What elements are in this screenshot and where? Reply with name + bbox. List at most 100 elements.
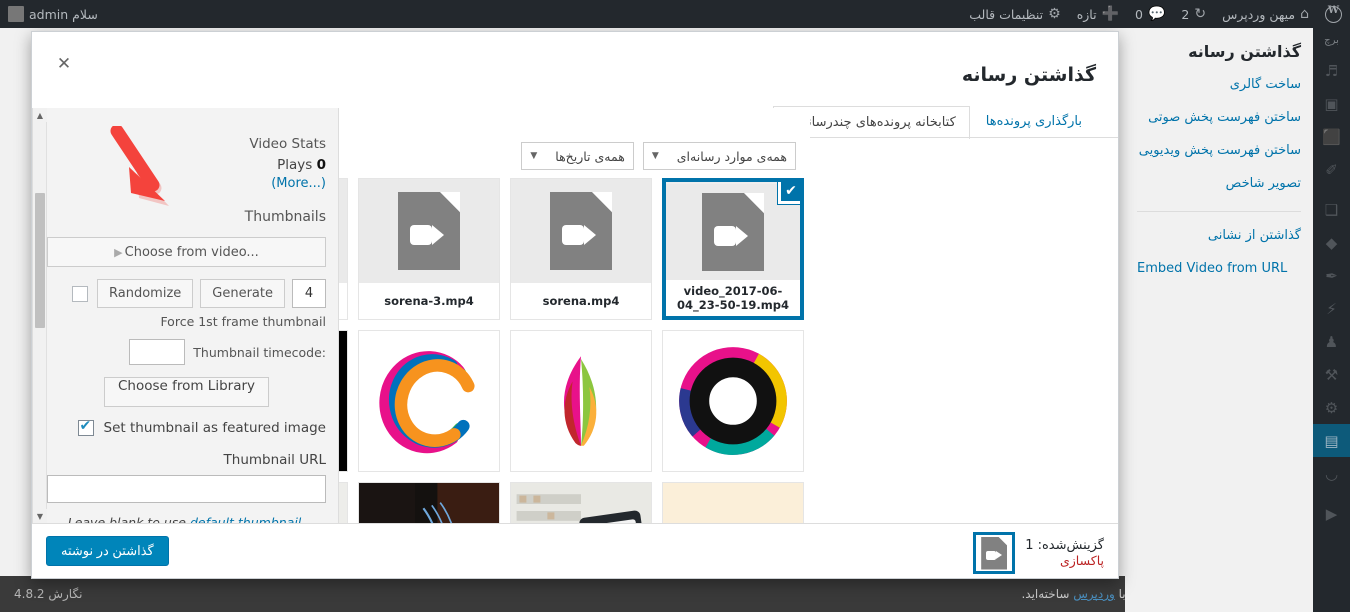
footer-version: نگارش 4.8.2 <box>14 587 83 601</box>
pages-icon[interactable]: ▣ <box>1313 87 1350 120</box>
selected-thumbnail[interactable] <box>973 532 1016 574</box>
comment-bubble-icon: 💬 <box>1147 6 1166 22</box>
randomize-button[interactable]: Randomize <box>97 279 194 308</box>
timecode-label: Thumbnail timecode: <box>193 344 326 360</box>
comments-icon[interactable]: ⬛ <box>1313 120 1350 153</box>
media-icon[interactable]: ♬ <box>1313 54 1350 87</box>
footer-thanks-suffix: ساخته‌اید. <box>1021 587 1074 601</box>
hint-prefix: Leave blank to use <box>67 515 190 523</box>
media-tile-image[interactable] <box>358 330 500 472</box>
colorful-c-logo-image <box>359 331 499 471</box>
create-audio-playlist-link[interactable]: ساختن فهرست پخش صوتی <box>1137 108 1301 128</box>
date-filter-select[interactable]: همه‌ی تاریخ‌ها ▼ <box>521 142 634 170</box>
scroll-up-icon[interactable]: ▲ <box>33 108 47 122</box>
comments-count: 0 <box>1135 6 1143 22</box>
date-filter-value: همه‌ی تاریخ‌ها <box>555 148 625 164</box>
media-tile[interactable]: sorena.mp4 <box>510 178 652 320</box>
updates-item[interactable]: ↻ 2 <box>1173 0 1214 28</box>
new-content-item[interactable]: ➕ تازه <box>1069 0 1127 28</box>
choose-from-video-button[interactable]: ▶ Choose from video... <box>47 237 326 267</box>
admin-menu: برچ ♬ ▣ ⬛ ✐ ❑ ◆ ✒ ⚡ ♟ ⚒ ⚙ ▤ ◡ ▶ <box>1313 28 1350 612</box>
gallery-icon[interactable]: ❑ <box>1313 193 1350 226</box>
media-filename: video_2017-06-04_23-50-19.mp4 <box>666 280 800 316</box>
clear-selection-link[interactable]: پاکسازی <box>1025 553 1104 568</box>
scroll-down-icon[interactable]: ▼ <box>33 509 47 523</box>
choose-library-row: Choose from Library <box>47 377 326 407</box>
create-video-playlist-link[interactable]: ساختن فهرست پخش ویدیویی <box>1137 141 1301 161</box>
account-item[interactable]: سلام admin <box>0 0 106 28</box>
media-tile-image[interactable] <box>662 482 804 523</box>
tablet-on-desk-photo-2-image <box>511 483 651 523</box>
appearance-icon[interactable]: ◆ <box>1313 226 1350 259</box>
wordpress-link[interactable]: وردپرس <box>1073 587 1115 601</box>
thumbnail-count-input[interactable]: 4 <box>292 279 326 308</box>
pin-icon[interactable]: ✐ <box>1313 153 1350 186</box>
create-gallery-link[interactable]: ساخت گالری <box>1137 75 1301 95</box>
close-icon[interactable]: ✕ <box>46 46 82 82</box>
site-name-label: میهن وردپرس <box>1222 6 1296 22</box>
timecode-row: Thumbnail timecode: <box>47 339 326 365</box>
updates-count: 2 <box>1181 6 1190 22</box>
admin-bar-right-group: ⌂ میهن وردپرس ↻ 2 💬 0 ➕ تازه ⚙ تنظیمات ق… <box>961 0 1350 28</box>
site-name-item[interactable]: ⌂ میهن وردپرس <box>1214 0 1317 28</box>
timecode-input[interactable] <box>129 339 186 365</box>
video-file-icon <box>981 536 1008 570</box>
media-modal: ✕ گذاشتن رسانه بارگذاری پرونده‌ها کتابخا… <box>31 31 1119 579</box>
users-icon[interactable]: ♟ <box>1313 325 1350 358</box>
thumbnail-url-label: Thumbnail URL <box>223 452 326 468</box>
details-scrollbar[interactable]: ▲ ▼ <box>33 108 47 523</box>
tools-icon[interactable]: ⚒ <box>1313 358 1350 391</box>
home-icon: ⌂ <box>1300 6 1309 22</box>
set-featured-checkbox[interactable] <box>77 418 94 436</box>
selected-count-label: گزینش‌شده: 1 <box>1025 538 1104 553</box>
embed-video-from-url-link[interactable]: Embed Video from URL <box>1137 259 1301 279</box>
chevron-down-icon: ▼ <box>651 151 659 161</box>
set-featured-label: Set thumbnail as featured image <box>103 420 326 436</box>
settings-icon[interactable]: ⚙ <box>1313 391 1350 424</box>
brush-icon[interactable]: ✒ <box>1313 259 1350 292</box>
wordpress-logo-icon[interactable] <box>1317 0 1350 28</box>
insert-from-url-link[interactable]: گذاشتن از نشانی <box>1137 226 1301 246</box>
thumbnail-hint: Leave blank to use default thumbnail. <box>47 515 326 523</box>
comments-item[interactable]: 💬 0 <box>1127 0 1173 28</box>
thumbnail-generate-row: 4 Generate Randomize <box>47 279 326 308</box>
media-tile-image[interactable] <box>662 330 804 472</box>
scroll-thumb[interactable] <box>35 193 45 328</box>
avatar <box>8 6 24 22</box>
choose-from-library-button[interactable]: Choose from Library <box>103 377 270 407</box>
check-icon: ✔ <box>778 182 800 204</box>
media-tile-selected[interactable]: ✔ video_2017-06-04_23-50-19.mp4 <box>662 178 804 320</box>
gear-icon: ⚙ <box>1048 6 1061 22</box>
media-type-filter-select[interactable]: همه‌ی موارد رسانه‌ای ▼ <box>642 142 796 170</box>
featured-image-link[interactable]: تصویر شاخص <box>1137 174 1301 194</box>
media-tile-image[interactable] <box>358 482 500 523</box>
media-tile-image[interactable] <box>510 330 652 472</box>
play-triangle-icon: ▶ <box>114 245 123 259</box>
video-file-icon <box>511 179 651 283</box>
media-tile-image[interactable] <box>510 482 652 523</box>
default-thumbnail-link[interactable]: default thumbnail <box>190 515 301 523</box>
media-sidebar: گذاشتن رسانه ساخت گالری ساختن فهرست پخش … <box>1125 28 1313 612</box>
theme-settings-item[interactable]: ⚙ تنظیمات قالب <box>961 0 1068 28</box>
admin-bar: ⌂ میهن وردپرس ↻ 2 💬 0 ➕ تازه ⚙ تنظیمات ق… <box>0 0 1350 28</box>
choose-from-video-label: Choose from video... <box>124 244 259 260</box>
force-first-frame-checkbox[interactable] <box>72 285 89 302</box>
force-first-frame-label: Force 1st frame thumbnail <box>160 314 326 329</box>
thumbnail-url-input[interactable] <box>47 475 326 503</box>
beach-palm-photo-image <box>663 483 803 523</box>
generate-button[interactable]: Generate <box>200 279 285 308</box>
modal-title: گذاشتن رسانه <box>961 64 1096 86</box>
collapse-icon[interactable]: ▶ <box>1313 497 1350 530</box>
plays-label: Plays <box>277 157 313 173</box>
extra-plugin-icon[interactable]: ◡ <box>1313 457 1350 490</box>
admin-menu-top-label: برچ <box>1324 35 1339 46</box>
media-tile[interactable]: sorena-3.mp4 <box>358 178 500 320</box>
update-icon: ↻ <box>1194 6 1207 22</box>
annotation-arrow <box>110 126 169 206</box>
greeting-label: سلام admin <box>29 6 98 22</box>
insert-into-post-button[interactable]: گذاشتن در نوشته <box>46 536 169 566</box>
modal-footer: گزینش‌شده: 1 پاکسازی گذاشتن در نوشته <box>32 523 1118 578</box>
active-plugin-icon[interactable]: ▤ <box>1313 424 1350 457</box>
plugins-icon[interactable]: ⚡ <box>1313 292 1350 325</box>
page-footer: سپاسگزاریم از اینکه سایت خود را با وردپر… <box>0 576 1313 612</box>
